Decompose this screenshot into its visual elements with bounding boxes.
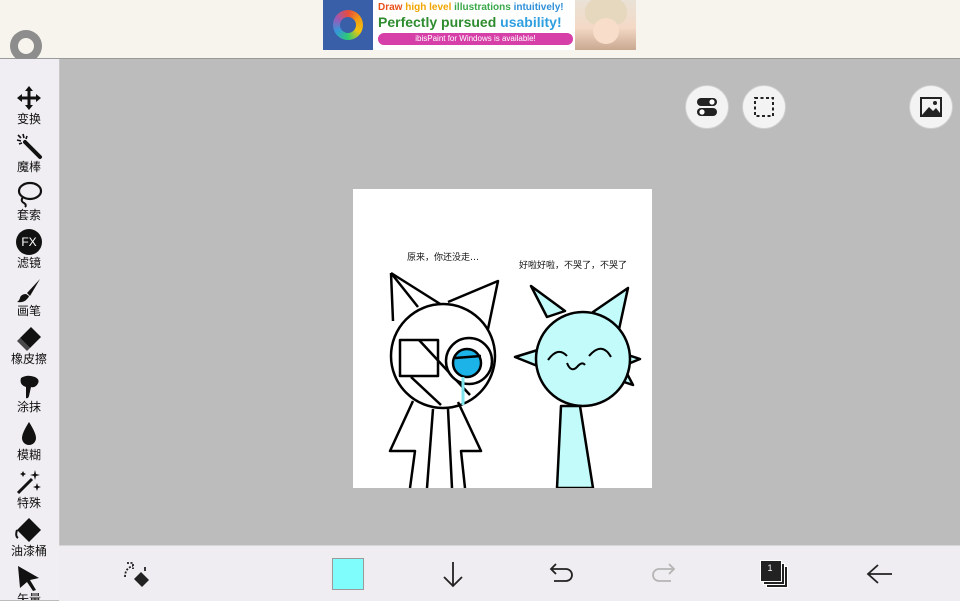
back-button[interactable] (860, 554, 900, 594)
tool-label: 滤镜 (16, 256, 41, 270)
toggle-switch-icon (697, 98, 717, 116)
tool-label: 模糊 (16, 448, 41, 462)
layers-button[interactable]: 1 (754, 554, 794, 594)
download-button[interactable] (433, 554, 473, 594)
redo-arrow-icon (652, 563, 676, 582)
tool-label: 矢量 (16, 592, 41, 600)
tool-label: 变换 (16, 112, 41, 126)
reference-image-button[interactable] (909, 85, 953, 129)
menu-ring-icon[interactable] (10, 30, 42, 62)
tool-magic-wand[interactable]: 魔棒 (0, 132, 58, 180)
tool-paint-bucket[interactable]: 油漆桶 (0, 516, 58, 564)
tool-label: 橡皮擦 (10, 352, 47, 366)
tool-sidebar: 变换 魔棒 套索 FX 滤镜 画笔 橡皮擦 涂抹 模糊 特殊 油漆桶 矢量 (0, 59, 60, 600)
bottom-bar: 1 (59, 545, 960, 601)
ad-character-image (575, 0, 636, 50)
blur-drop-icon (14, 420, 44, 448)
smudge-icon (14, 372, 44, 400)
tool-label: 套索 (16, 208, 41, 222)
tool-label: 特殊 (16, 496, 41, 510)
transform-swap-button[interactable] (116, 554, 156, 594)
tool-smudge[interactable]: 涂抹 (0, 372, 58, 420)
color-picker-button[interactable] (328, 554, 368, 594)
speech-text-right: 好啦好啦，不哭了，不哭了 (519, 261, 628, 271)
tool-label: 油漆桶 (10, 544, 47, 558)
eraser-icon (14, 324, 44, 352)
magic-wand-icon (14, 132, 44, 160)
ad-banner[interactable]: Draw high level illustrations intuitivel… (323, 0, 636, 50)
arrow-left-icon (866, 564, 892, 584)
tool-special[interactable]: 特殊 (0, 468, 58, 516)
lasso-icon (14, 180, 44, 208)
layer-count: 1 (767, 563, 773, 573)
selection-button[interactable] (742, 85, 786, 129)
toggle-panel-button[interactable] (685, 85, 729, 129)
top-bar: Draw high level illustrations intuitivel… (0, 0, 960, 62)
speech-text-left: 原来，你还没走… (407, 253, 480, 263)
brush-icon (14, 276, 44, 304)
move-arrows-icon (14, 84, 44, 112)
drawing-artwork (388, 271, 642, 488)
tool-vector[interactable]: 矢量 (0, 564, 58, 600)
tool-lasso[interactable]: 套索 (0, 180, 58, 228)
ibispaint-logo (323, 0, 373, 50)
layers-icon: 1 (760, 560, 788, 588)
tool-filter[interactable]: FX 滤镜 (0, 228, 58, 276)
tool-brush[interactable]: 画笔 (0, 276, 58, 324)
tool-label: 魔棒 (16, 160, 41, 174)
tool-blur[interactable]: 模糊 (0, 420, 58, 468)
ad-headline-1: Draw high level illustrations intuitivel… (378, 2, 564, 13)
swap-eraser-icon (124, 562, 149, 587)
vector-cursor-icon (14, 564, 44, 592)
undo-button[interactable] (539, 554, 579, 594)
tool-label: 涂抹 (16, 400, 41, 414)
tool-transform[interactable]: 变换 (0, 84, 58, 132)
ad-subline: ibisPaint for Windows is available! (378, 33, 573, 45)
current-color-swatch (332, 558, 364, 590)
image-icon (920, 97, 942, 117)
arrow-down-icon (443, 562, 463, 588)
fx-icon: FX (14, 228, 44, 256)
drawing-canvas[interactable]: 原来，你还没走… 好啦好啦，不哭了，不哭了 (353, 189, 652, 488)
sparkle-icon (14, 468, 44, 496)
undo-arrow-icon (549, 563, 573, 582)
ad-headline-2: Perfectly pursued usability! (378, 14, 562, 30)
dashed-selection-icon (754, 97, 774, 117)
paint-bucket-icon (14, 516, 44, 544)
tool-label: 画笔 (16, 304, 41, 318)
redo-button[interactable] (646, 554, 686, 594)
tool-eraser[interactable]: 橡皮擦 (0, 324, 58, 372)
